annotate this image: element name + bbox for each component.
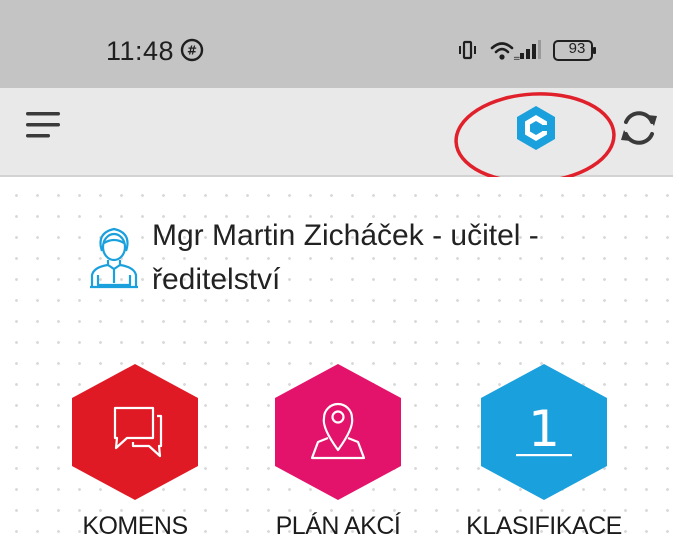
wifi-icon: = — [490, 42, 521, 62]
svg-text:#: # — [187, 44, 197, 58]
tile-label: KLASIFIKACE — [466, 512, 622, 540]
refresh-icon[interactable] — [617, 106, 661, 150]
plan-akci-hexagon — [275, 364, 401, 500]
hamburger-menu-icon[interactable] — [26, 110, 62, 140]
svg-text:1: 1 — [528, 400, 560, 458]
app-bar — [0, 88, 673, 177]
tile-label: KOMENS — [82, 512, 188, 540]
status-indicators: = — [459, 40, 596, 62]
bakalari-logo-icon[interactable] — [512, 104, 560, 152]
signal-icon — [520, 40, 541, 59]
notification-icon: # — [180, 38, 204, 62]
battery-level: 93 — [568, 40, 586, 57]
status-bar: 11:48 # = 93 — [0, 0, 673, 88]
svg-text:=: = — [513, 54, 521, 62]
klasifikace-hexagon: 1 — [481, 364, 607, 500]
vibrate-icon — [459, 40, 476, 60]
komens-hexagon — [72, 364, 198, 500]
tile-klasifikace[interactable]: 1 KLASIFIKACE — [462, 362, 626, 540]
tile-label: PLÁN AKCÍ — [275, 512, 401, 540]
user-name-line-2: ředitelství — [152, 263, 281, 296]
user-name-line-1: Mgr Martin Zicháček - učitel - — [152, 219, 539, 252]
user-avatar-icon — [90, 227, 138, 289]
status-time: 11:48 — [106, 36, 175, 66]
user-name: Mgr Martin Zicháček - učitel - ředitelst… — [152, 214, 652, 302]
tile-plan-akci[interactable]: PLÁN AKCÍ — [256, 362, 420, 540]
tile-komens[interactable]: KOMENS — [53, 362, 217, 540]
